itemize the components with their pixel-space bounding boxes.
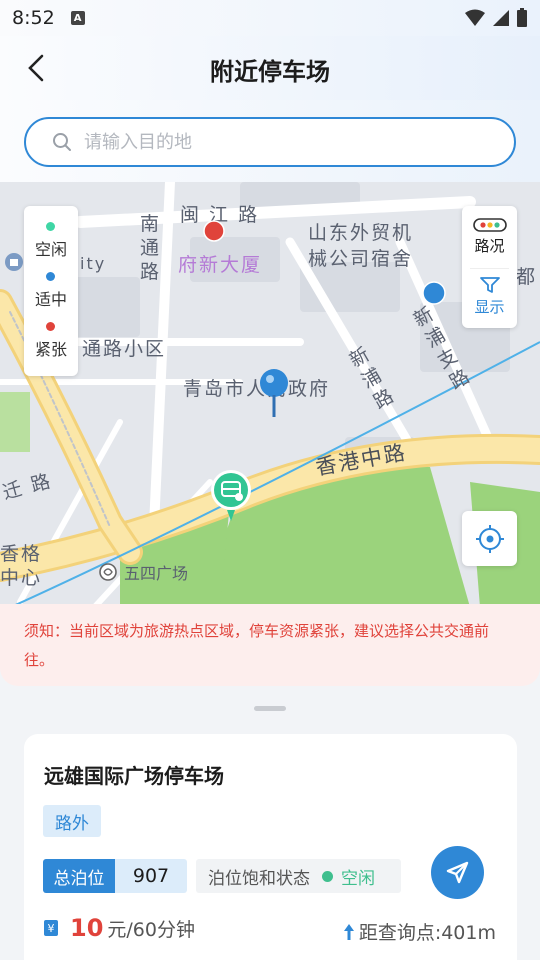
total-spaces-label: 总泊位 — [43, 859, 115, 893]
map-view[interactable]: 闽 江 路 南 通 路 府新大厦 山东外贸机 械公司宿舍 ity 通路小区 青岛… — [0, 182, 540, 607]
price-row: ¥ 10 元/60分钟 — [44, 914, 195, 942]
map-label-du: 都 — [516, 266, 538, 288]
occupancy-status-value: 空闲 — [341, 868, 375, 889]
legend-dot — [46, 322, 56, 331]
crosshair-icon — [475, 524, 504, 553]
congestion-legend: 空闲 适中 紧张 — [24, 206, 78, 376]
map-tools-panel: 路况 显示 — [462, 206, 517, 328]
price-amount: 10 — [70, 914, 104, 942]
map-label-shandong-1: 山东外贸机 — [308, 222, 414, 244]
price-icon: ¥ — [44, 920, 58, 936]
legend-item-moderate: 适中 — [35, 272, 67, 310]
distance-text: 距查询点:401m — [358, 922, 496, 944]
divider — [470, 268, 509, 269]
battery-icon — [517, 8, 527, 27]
map-label-government: 青岛市人民政府 — [183, 378, 331, 400]
status-time: 8:52 — [12, 7, 55, 29]
legend-label: 空闲 — [34, 240, 67, 259]
status-bar: 8:52 A — [0, 0, 540, 36]
occupancy-status-label: 泊位饱和状态 — [208, 868, 310, 889]
map-label-tonglu-community: 通路小区 — [82, 338, 167, 360]
wifi-icon — [465, 9, 485, 26]
search-area — [0, 100, 540, 182]
map-label-xiangge-center: 香格 中心 — [0, 543, 43, 589]
navigation-arrow-icon — [446, 861, 468, 883]
search-input[interactable] — [84, 131, 464, 153]
metro-icon — [99, 563, 117, 581]
total-spaces-value: 907 — [115, 859, 187, 893]
legend-label: 适中 — [34, 290, 67, 309]
legend-dot — [46, 272, 56, 281]
search-icon — [53, 133, 71, 151]
arrow-up-icon — [343, 923, 354, 940]
parking-lot-name: 远雄国际广场停车场 — [44, 764, 224, 788]
legend-item-busy: 紧张 — [35, 322, 67, 360]
parking-marker-busy[interactable] — [203, 220, 225, 242]
locate-me-button[interactable] — [462, 511, 517, 566]
navigate-button[interactable] — [431, 846, 484, 899]
notice-banner: 须知：当前区域为旅游热点区域，停车资源紧张，建议选择公共交通前往。 — [0, 604, 540, 686]
distance-info: 距查询点:401m — [343, 918, 496, 945]
parking-marker-moderate[interactable] — [422, 281, 446, 305]
filter-icon — [479, 277, 500, 293]
occupancy-status: 泊位饱和状态 空闲 — [196, 859, 401, 893]
status-icons — [464, 8, 528, 28]
header: 附近停车场 — [0, 36, 540, 100]
page-title: 附近停车场 — [210, 58, 330, 86]
legend-dot — [46, 222, 56, 231]
traffic-toggle-button[interactable]: 路况 — [462, 218, 517, 256]
map-label-wusi-square: 五四广场 — [124, 564, 189, 583]
traffic-label: 路况 — [474, 237, 505, 255]
map-label-shandong-2: 械公司宿舍 — [308, 248, 414, 270]
sheet-drag-handle[interactable] — [254, 706, 286, 711]
parking-lot-card[interactable]: 远雄国际广场停车场 路外 总泊位 907 泊位饱和状态 空闲 ¥ 10 元/60… — [24, 734, 517, 960]
signal-icon — [493, 10, 509, 26]
legend-label: 紧张 — [34, 340, 67, 359]
display-filter-button[interactable]: 显示 — [462, 276, 517, 317]
map-label-nantong-road: 南 通 路 — [140, 213, 162, 283]
poi-icon — [5, 253, 23, 271]
price-unit: 元/60分钟 — [107, 919, 195, 941]
status-dot — [322, 870, 333, 882]
map-label-fuxin-building: 府新大厦 — [178, 254, 263, 276]
parking-type-tag: 路外 — [43, 805, 101, 837]
notification-icon: A — [70, 11, 85, 25]
traffic-light-icon — [472, 218, 507, 232]
location-pin-icon — [260, 369, 288, 417]
map-label-city: ity — [80, 254, 107, 273]
parking-marker-free[interactable] — [208, 469, 254, 525]
display-label: 显示 — [474, 298, 505, 316]
search-box[interactable] — [24, 117, 516, 167]
legend-item-free: 空闲 — [35, 222, 67, 260]
